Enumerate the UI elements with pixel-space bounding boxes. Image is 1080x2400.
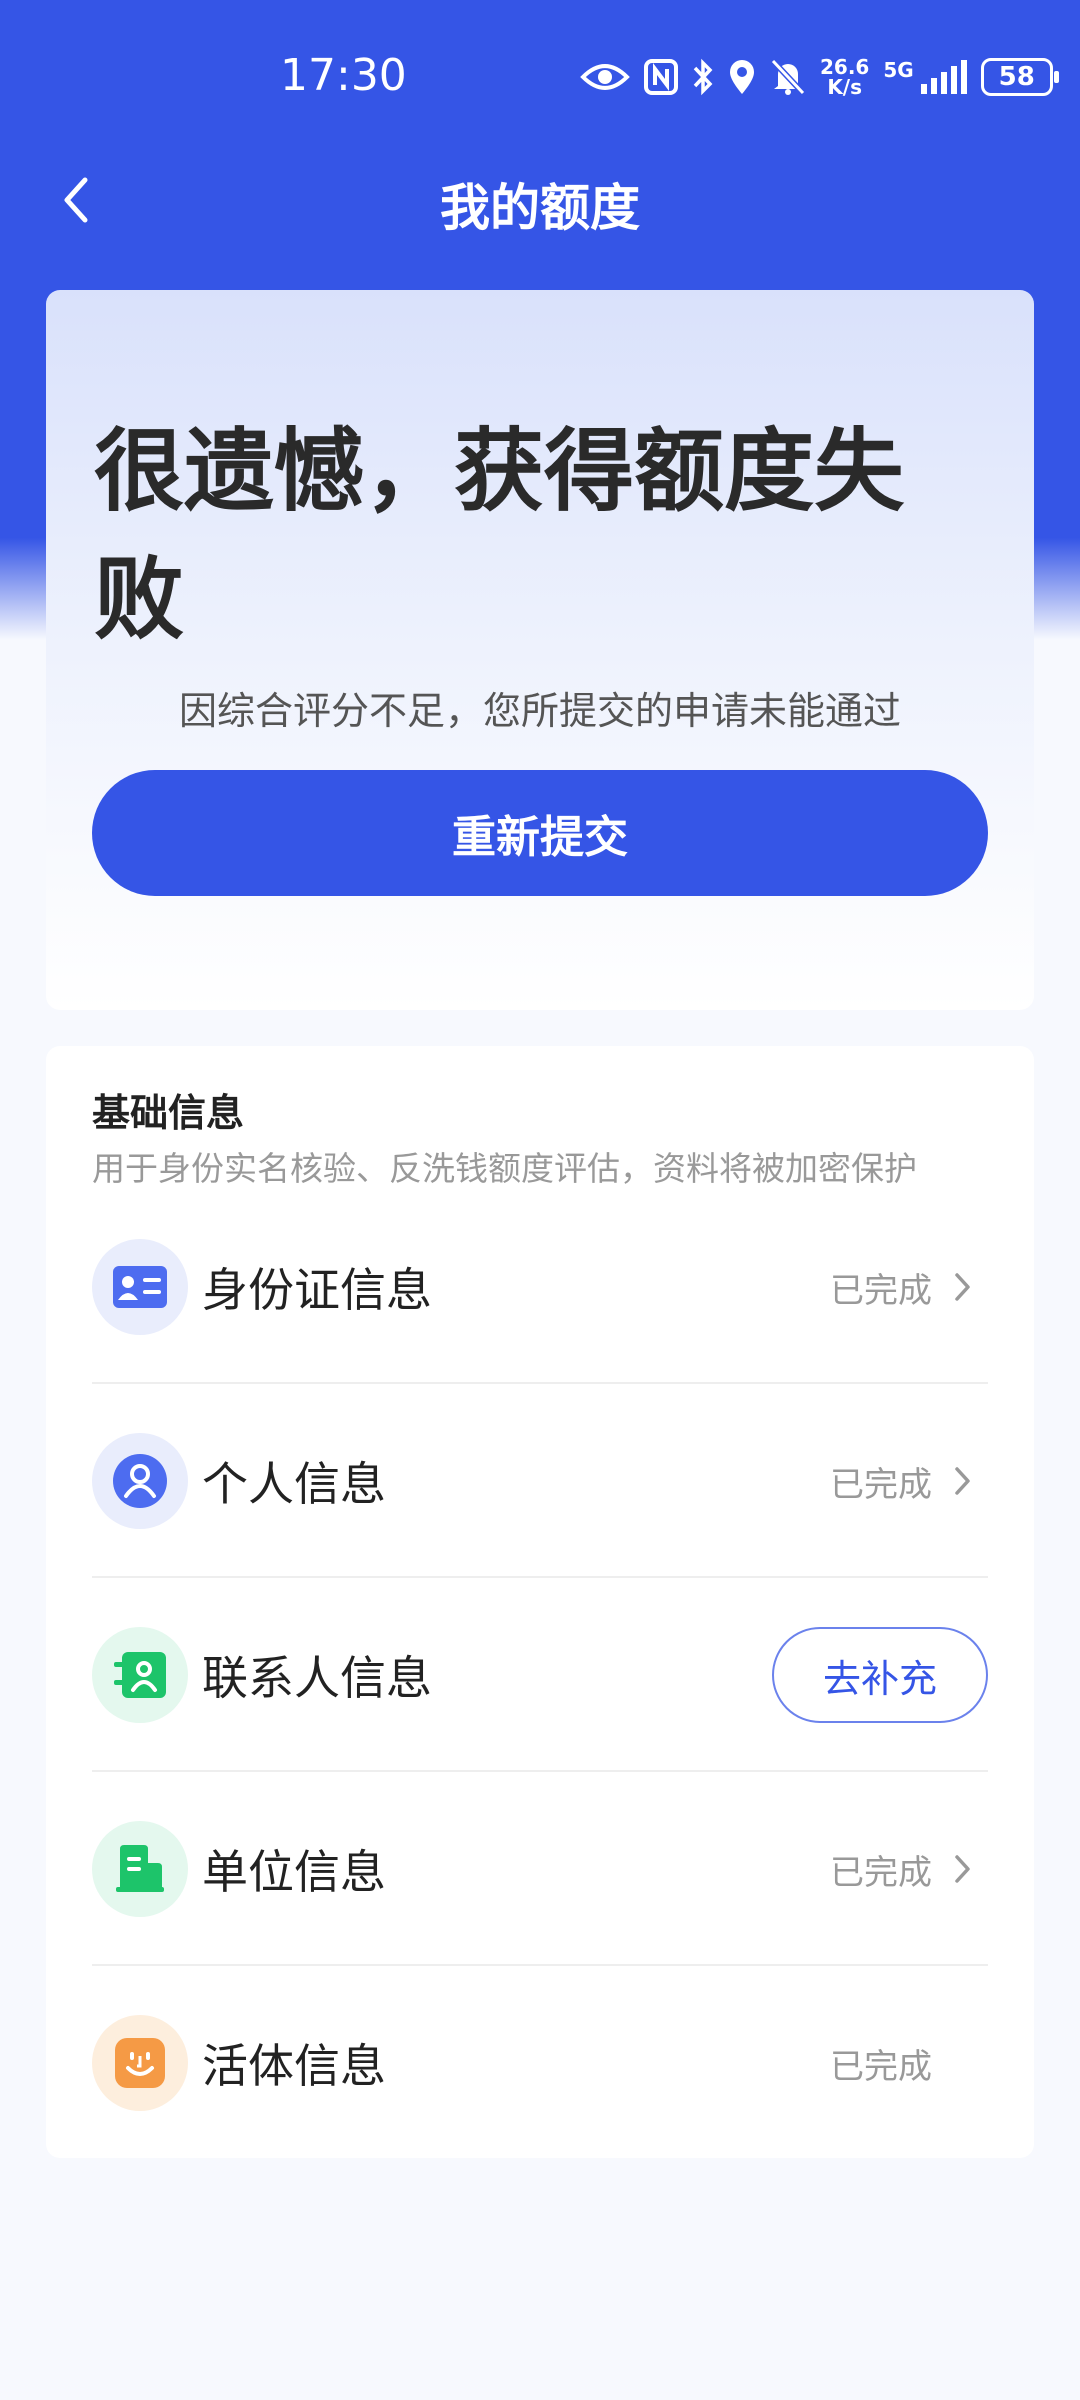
page-title: 我的额度 <box>440 179 640 237</box>
row-status: 已完成 <box>830 1852 932 1893</box>
chevron-right-icon <box>944 1851 980 1887</box>
nfc-icon <box>644 59 678 95</box>
battery-icon: 58 <box>980 58 1059 96</box>
status-bar: 17:30 26.6 K/s 5G 58 <box>0 0 1080 160</box>
supplement-button[interactable]: 去补充 <box>772 1627 988 1723</box>
section-title: 基础信息 <box>92 1091 245 1135</box>
row-label: 个人信息 <box>202 1457 386 1511</box>
resubmit-button[interactable]: 重新提交 <box>92 770 988 896</box>
net-speed: 26.6 K/s <box>820 57 869 97</box>
status-icons: 26.6 K/s 5G 58 <box>580 52 1059 102</box>
face-icon <box>92 2015 188 2111</box>
status-time: 17:30 <box>280 50 407 101</box>
result-subtitle: 因综合评分不足，您所提交的申请未能通过 <box>178 689 901 733</box>
mute-icon <box>770 58 806 96</box>
chevron-right-icon <box>944 1463 980 1499</box>
contacts-icon <box>92 1627 188 1723</box>
chevron-right-icon <box>944 1269 980 1305</box>
info-row-id-card[interactable]: 身份证信息 已完成 <box>92 1190 988 1384</box>
row-status: 已完成 <box>830 2046 932 2087</box>
building-icon <box>92 1821 188 1917</box>
info-row-liveness[interactable]: 活体信息 已完成 <box>92 1966 988 2160</box>
row-label: 身份证信息 <box>202 1263 432 1317</box>
info-row-contacts[interactable]: 联系人信息 去补充 <box>92 1578 988 1772</box>
row-status: 已完成 <box>830 1464 932 1505</box>
signal-icon: 5G <box>883 58 967 94</box>
info-row-personal[interactable]: 个人信息 已完成 <box>92 1384 988 1578</box>
net-speed-unit: K/s <box>827 75 863 99</box>
section-description: 用于身份实名核验、反洗钱额度评估，资料将被加密保护 <box>92 1149 917 1188</box>
id-card-icon <box>92 1239 188 1335</box>
location-icon <box>728 58 756 96</box>
net-speed-value: 26.6 <box>820 55 870 79</box>
result-title: 很遗憾，获得额度失败 <box>94 419 904 652</box>
row-label: 联系人信息 <box>202 1651 432 1705</box>
info-row-employer[interactable]: 单位信息 已完成 <box>92 1772 988 1966</box>
network-type: 5G <box>883 58 914 82</box>
eye-icon <box>580 59 630 95</box>
row-label: 活体信息 <box>202 2039 386 2093</box>
bluetooth-icon <box>692 58 714 96</box>
person-icon <box>92 1433 188 1529</box>
result-card: 很遗憾，获得额度失败 因综合评分不足，您所提交的申请未能通过 重新提交 <box>46 290 1034 1010</box>
row-label: 单位信息 <box>202 1845 386 1899</box>
basic-info-card: 基础信息 用于身份实名核验、反洗钱额度评估，资料将被加密保护 身份证信息 已完成… <box>46 1046 1034 2158</box>
row-status: 已完成 <box>830 1270 932 1311</box>
battery-level: 58 <box>998 62 1035 92</box>
